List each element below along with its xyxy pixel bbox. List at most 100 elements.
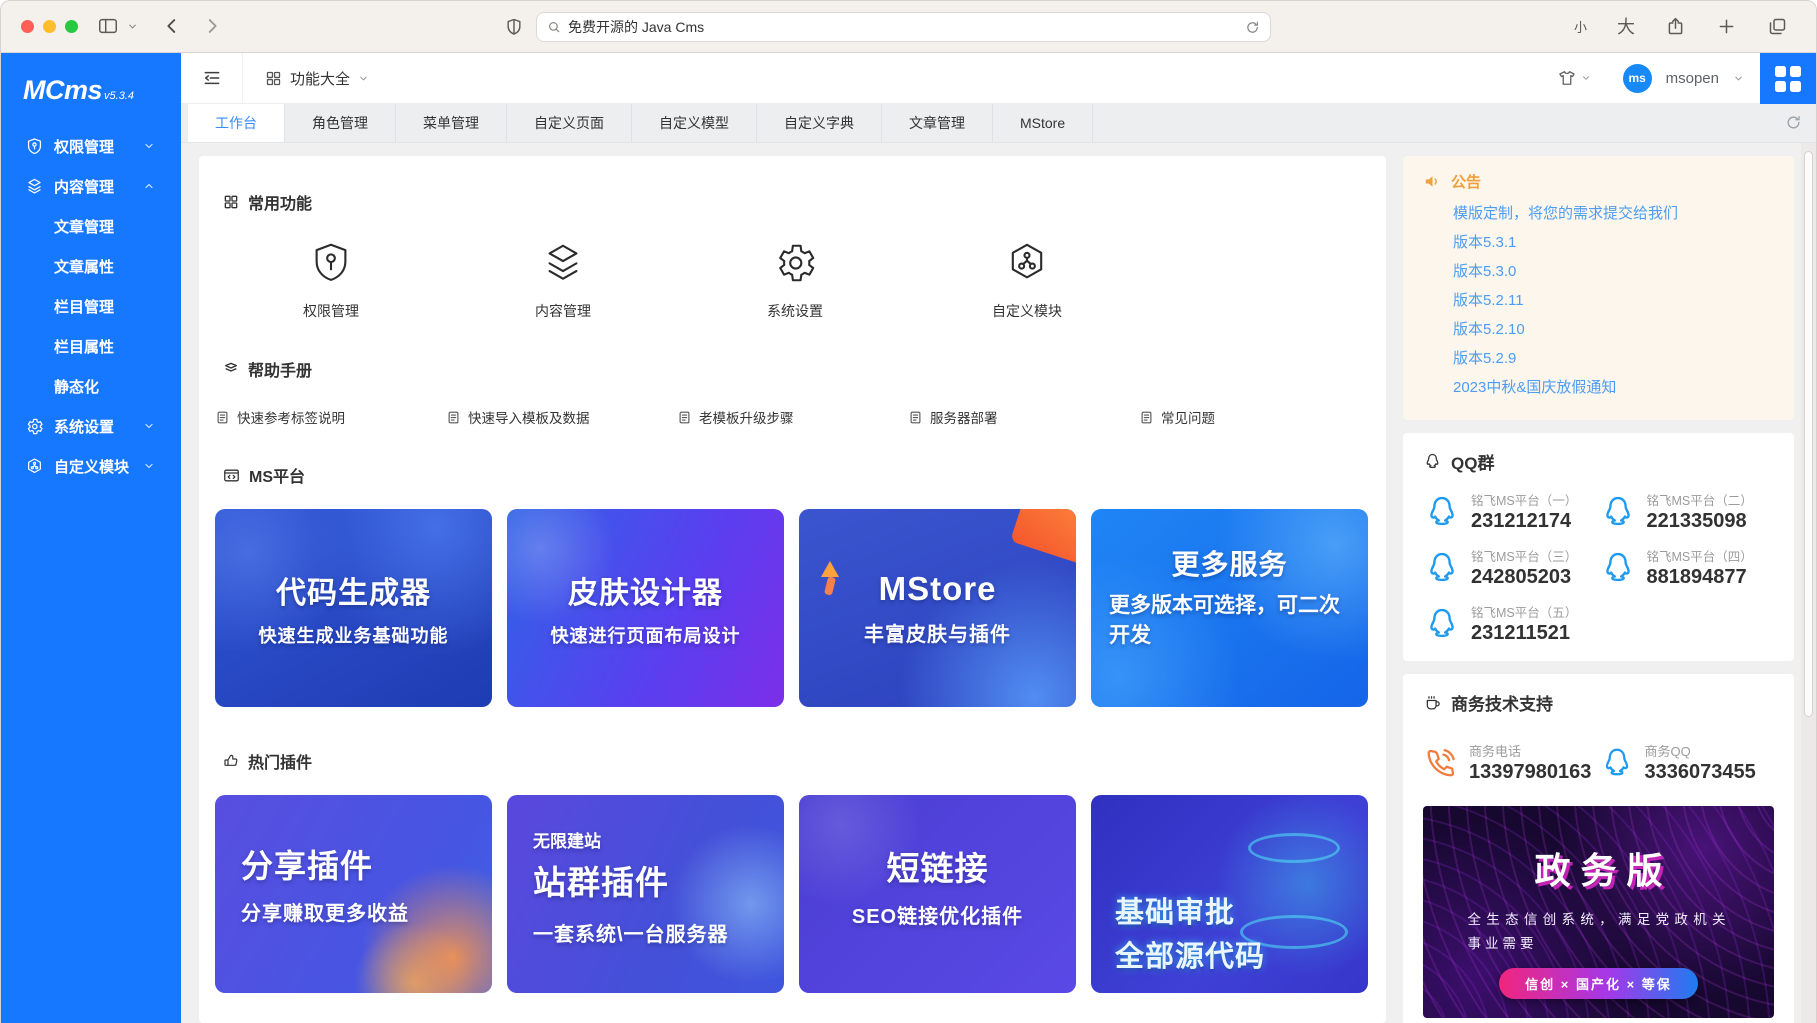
sidebar-subitem-category-attrs[interactable]: 栏目属性 xyxy=(1,326,181,366)
banner-subtitle: 丰富皮肤与插件 xyxy=(864,618,1011,647)
tab-label: 角色管理 xyxy=(312,113,368,133)
announcement-link[interactable]: 版本5.2.10 xyxy=(1453,315,1774,344)
maximize-window-button[interactable] xyxy=(65,20,78,33)
feature-custom-module[interactable]: 自定义模块 xyxy=(911,240,1143,321)
sidebar-subitem-categories[interactable]: 栏目管理 xyxy=(1,286,181,326)
sidebar-toggle-icon[interactable] xyxy=(97,15,119,37)
tab-custom-models[interactable]: 自定义模型 xyxy=(632,104,757,142)
help-link-upgrade[interactable]: 老模板升级步骤 xyxy=(677,407,908,427)
sidebar-subitem-label: 静态化 xyxy=(54,376,99,397)
banner-title: MStore xyxy=(879,570,997,608)
qq-group-2[interactable]: 铭飞MS平台（二）221335098 xyxy=(1599,490,1775,533)
phone-icon xyxy=(1423,745,1459,781)
grid-icon xyxy=(223,194,239,210)
announcement-link[interactable]: 版本5.3.0 xyxy=(1453,257,1774,286)
banner-title: 代码生成器 xyxy=(276,568,431,612)
sidebar-item-permissions[interactable]: 权限管理 xyxy=(1,126,181,166)
user-chevron-down-icon[interactable] xyxy=(1733,73,1744,84)
tab-overview-icon[interactable] xyxy=(1767,16,1788,37)
document-icon xyxy=(1139,410,1154,425)
sidebar-subitem-static[interactable]: 静态化 xyxy=(1,366,181,406)
plugin-card-share[interactable]: 分享插件 分享赚取更多收益 xyxy=(215,795,492,993)
qq-group-3[interactable]: 铭飞MS平台（三）242805203 xyxy=(1423,546,1599,589)
vertical-scrollbar[interactable] xyxy=(1801,143,1816,1023)
plugin-card-site-group[interactable]: 无限建站 站群插件 一套系统\一台服务器 xyxy=(507,795,784,993)
collapse-sidebar-button[interactable] xyxy=(181,53,243,103)
address-bar[interactable]: 免费开源的 Java Cms xyxy=(536,12,1271,42)
forward-icon[interactable] xyxy=(201,15,223,37)
text-smaller-icon[interactable]: 小 xyxy=(1574,17,1587,36)
help-link-import[interactable]: 快速导入模板及数据 xyxy=(446,407,677,427)
qq-group-4[interactable]: 铭飞MS平台（四）881894877 xyxy=(1599,546,1775,589)
help-link-tags[interactable]: 快速参考标签说明 xyxy=(215,407,446,427)
support-qq[interactable]: 商务QQ3336073455 xyxy=(1599,741,1775,784)
banner-mstore[interactable]: MStore 丰富皮肤与插件 xyxy=(799,509,1076,707)
announcement-link[interactable]: 模版定制，将您的需求提交给我们 xyxy=(1453,199,1774,228)
plugin-card-approval[interactable]: 基础审批 全部源代码 xyxy=(1091,795,1368,993)
share-icon[interactable] xyxy=(1665,16,1686,37)
plugin-card-short-link[interactable]: 短链接 SEO链接优化插件 xyxy=(799,795,1076,993)
right-sidebar: 公告 模版定制，将您的需求提交给我们 版本5.3.1 版本5.3.0 版本5.2… xyxy=(1403,156,1794,1023)
text-larger-icon[interactable]: 大 xyxy=(1617,13,1635,39)
announcement-link[interactable]: 版本5.2.9 xyxy=(1453,344,1774,373)
qq-group-1[interactable]: 铭飞MS平台（一）231212174 xyxy=(1423,490,1599,533)
announcement-link[interactable]: 版本5.3.1 xyxy=(1453,228,1774,257)
feature-system[interactable]: 系统设置 xyxy=(679,240,911,321)
avatar[interactable]: ms xyxy=(1623,64,1652,93)
sidebar-subitem-label: 文章管理 xyxy=(54,216,114,237)
feature-label: 权限管理 xyxy=(303,301,359,321)
banner-code-generator[interactable]: 代码生成器 快速生成业务基础功能 xyxy=(215,509,492,707)
tab-custom-pages[interactable]: 自定义页面 xyxy=(507,104,632,142)
app-header: 功能大全 ms msopen xyxy=(181,53,1816,104)
support-phone[interactable]: 商务电话13397980163 xyxy=(1423,741,1599,784)
sidebar-subitem-articles[interactable]: 文章管理 xyxy=(1,206,181,246)
privacy-shield-icon[interactable] xyxy=(504,17,524,37)
gov-edition-banner[interactable]: 政务版 全生态信创系统，满足党政机关事业需要 信创 × 国产化 × 等保 xyxy=(1423,806,1774,1018)
help-link-label: 老模板升级步骤 xyxy=(699,407,794,427)
sidebar-item-content[interactable]: 内容管理 xyxy=(1,166,181,206)
qq-group-number: 231212174 xyxy=(1471,510,1577,533)
sidebar-chevron-icon[interactable] xyxy=(127,21,138,32)
refresh-tabs-icon[interactable] xyxy=(1785,114,1802,131)
help-link-deploy[interactable]: 服务器部署 xyxy=(908,407,1139,427)
tab-custom-dicts[interactable]: 自定义字典 xyxy=(757,104,882,142)
reload-icon[interactable] xyxy=(1245,20,1260,35)
announcement-link[interactable]: 2023中秋&国庆放假通知 xyxy=(1453,373,1774,402)
tab-menus[interactable]: 菜单管理 xyxy=(396,104,507,142)
back-icon[interactable] xyxy=(161,15,183,37)
scrollbar-thumb[interactable] xyxy=(1804,151,1813,717)
qq-group-5[interactable]: 铭飞MS平台（五）231211521 xyxy=(1423,602,1599,645)
sidebar-item-label: 权限管理 xyxy=(54,136,143,157)
sidebar-item-system[interactable]: 系统设置 xyxy=(1,406,181,446)
plugin-title: 分享插件 xyxy=(241,841,373,887)
content-area: 常用功能 权限管理 内容管理 系统设置 xyxy=(181,143,1816,1023)
tab-roles[interactable]: 角色管理 xyxy=(285,104,396,142)
tab-articles[interactable]: 文章管理 xyxy=(882,104,993,142)
theme-skin-button[interactable] xyxy=(1557,68,1591,88)
module-hexagon-icon xyxy=(25,457,44,476)
feature-content[interactable]: 内容管理 xyxy=(447,240,679,321)
gov-banner-badge: 信创 × 国产化 × 等保 xyxy=(1499,968,1698,999)
section-title: 热门插件 xyxy=(248,749,312,773)
feature-permissions[interactable]: 权限管理 xyxy=(215,240,447,321)
new-tab-icon[interactable] xyxy=(1716,16,1737,37)
feature-menu-button[interactable]: 功能大全 xyxy=(265,68,369,89)
section-title: 常用功能 xyxy=(248,190,312,214)
minimize-window-button[interactable] xyxy=(43,20,56,33)
feature-label: 系统设置 xyxy=(767,301,823,321)
tab-mstore[interactable]: MStore xyxy=(993,104,1093,142)
sidebar-item-custom-module[interactable]: 自定义模块 xyxy=(1,446,181,486)
tab-workbench[interactable]: 工作台 xyxy=(188,104,285,142)
banner-more-services[interactable]: 更多服务 更多版本可选择，可二次开发 xyxy=(1091,509,1368,707)
app-grid-button[interactable] xyxy=(1760,53,1816,104)
sidebar-item-label: 系统设置 xyxy=(54,416,143,437)
qq-group-name: 铭飞MS平台（二） xyxy=(1647,490,1753,509)
banner-title: 更多服务 xyxy=(1171,543,1287,583)
qq-group-name: 铭飞MS平台（五） xyxy=(1471,602,1577,621)
close-window-button[interactable] xyxy=(21,20,34,33)
banner-skin-designer[interactable]: 皮肤设计器 快速进行页面布局设计 xyxy=(507,509,784,707)
tshirt-icon xyxy=(1557,68,1577,88)
sidebar-subitem-article-attrs[interactable]: 文章属性 xyxy=(1,246,181,286)
announcement-link[interactable]: 版本5.2.11 xyxy=(1453,286,1774,315)
help-link-faq[interactable]: 常见问题 xyxy=(1139,407,1370,427)
